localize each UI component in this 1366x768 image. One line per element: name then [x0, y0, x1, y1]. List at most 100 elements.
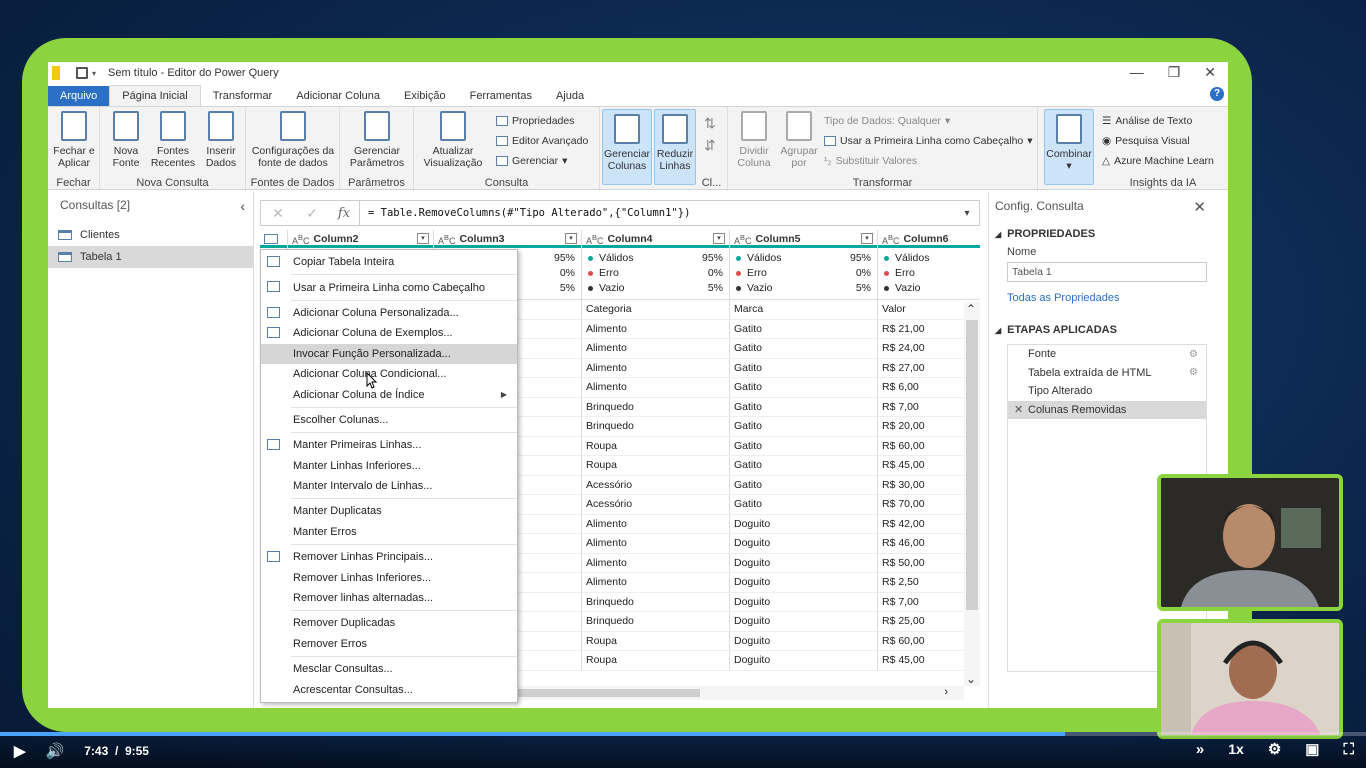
- analise-texto-button[interactable]: ☰ Análise de Texto: [1102, 115, 1192, 127]
- editor-avancado-button[interactable]: Editor Avançado: [496, 135, 588, 147]
- config-fonte-button[interactable]: Configurações da fonte de dados: [248, 111, 338, 169]
- menu-item[interactable]: Adicionar Coluna Personalizada...: [261, 303, 517, 323]
- substituir-valores-button[interactable]: ¹₂ Substituir Valores: [824, 155, 917, 167]
- tab-ferramentas[interactable]: Ferramentas: [458, 86, 544, 106]
- fullscreen-icon[interactable]: ⛶: [1343, 741, 1354, 758]
- primeira-linha-button[interactable]: Usar a Primeira Linha como Cabeçalho ▾: [824, 135, 1033, 147]
- table-cell[interactable]: Acessório: [582, 475, 730, 494]
- table-cell[interactable]: Gatito: [730, 358, 878, 377]
- azure-ml-button[interactable]: △ Azure Machine Learn: [1102, 155, 1214, 167]
- query-name-input[interactable]: Tabela 1: [1007, 262, 1207, 282]
- column-header[interactable]: ABC Column5 ▾: [730, 230, 878, 248]
- step-settings-gear-icon[interactable]: ⚙: [1189, 367, 1198, 378]
- menu-item[interactable]: Manter Primeiras Linhas...: [261, 435, 517, 455]
- menu-item[interactable]: Adicionar Coluna de Exemplos...: [261, 323, 517, 343]
- filter-dropdown-icon[interactable]: ▾: [713, 233, 725, 244]
- tab-adicionar-coluna[interactable]: Adicionar Coluna: [284, 86, 392, 106]
- combinar-button[interactable]: Combinar ▾: [1044, 109, 1094, 185]
- table-cell[interactable]: Doguito: [730, 651, 878, 670]
- query-item-tabela-1[interactable]: Tabela 1: [48, 246, 253, 268]
- video-progress-bar[interactable]: [0, 732, 1366, 736]
- column-header[interactable]: ABC Column2 ▾: [288, 230, 434, 248]
- close-icon[interactable]: ✕: [1193, 198, 1206, 216]
- menu-item[interactable]: Manter Erros: [261, 522, 517, 542]
- table-cell[interactable]: Doguito: [730, 534, 878, 553]
- table-cell[interactable]: Brinquedo: [582, 612, 730, 631]
- pesquisa-visual-button[interactable]: ◉ Pesquisa Visual: [1102, 135, 1190, 147]
- gerenciar-button[interactable]: Gerenciar ▾: [496, 155, 567, 167]
- table-cell[interactable]: Gatito: [730, 319, 878, 338]
- applied-step[interactable]: ✕ Colunas Removidas: [1008, 400, 1206, 419]
- filter-dropdown-icon[interactable]: ▾: [861, 233, 873, 244]
- table-cell[interactable]: Roupa: [582, 651, 730, 670]
- save-icon[interactable]: [76, 67, 88, 79]
- gerenciar-colunas-button[interactable]: Gerenciar Colunas: [602, 109, 652, 185]
- atualizar-visualizacao-button[interactable]: Atualizar Visualização: [418, 111, 488, 169]
- table-cell[interactable]: Alimento: [582, 358, 730, 377]
- menu-item[interactable]: Escolher Colunas...: [261, 410, 517, 430]
- all-properties-link[interactable]: Todas as Propriedades: [989, 292, 1228, 304]
- table-cell[interactable]: Gatito: [730, 397, 878, 416]
- help-icon[interactable]: ?: [1210, 87, 1224, 101]
- applied-step[interactable]: Tabela extraída de HTML ⚙: [1008, 364, 1206, 383]
- table-cell[interactable]: Brinquedo: [582, 417, 730, 436]
- scroll-right-icon[interactable]: ›: [944, 686, 948, 698]
- collapse-icon[interactable]: ‹: [240, 198, 245, 214]
- table-cell[interactable]: Alimento: [582, 514, 730, 533]
- menu-item[interactable]: Manter Intervalo de Linhas...: [261, 476, 517, 496]
- table-cell[interactable]: Alimento: [582, 534, 730, 553]
- query-item-clientes[interactable]: Clientes: [48, 224, 253, 246]
- inserir-dados-button[interactable]: Inserir Dados: [200, 111, 242, 169]
- applied-step[interactable]: Fonte ⚙: [1008, 345, 1206, 364]
- sort-desc-icon[interactable]: ⇵: [704, 137, 716, 154]
- column-header[interactable]: ABC Column6: [878, 230, 980, 248]
- fechar-aplicar-button[interactable]: Fechar e Aplicar: [52, 111, 96, 169]
- table-cell[interactable]: Categoria: [582, 300, 730, 319]
- reduzir-linhas-button[interactable]: Reduzir Linhas: [654, 109, 696, 185]
- table-cell[interactable]: Gatito: [730, 456, 878, 475]
- fontes-recentes-button[interactable]: Fontes Recentes: [150, 111, 196, 169]
- column-header[interactable]: ABC Column3 ▾: [434, 230, 582, 248]
- skip-forward-icon[interactable]: »: [1196, 741, 1204, 758]
- fx-icon[interactable]: fx: [329, 206, 359, 221]
- table-cell[interactable]: Roupa: [582, 631, 730, 650]
- table-cell[interactable]: Brinquedo: [582, 592, 730, 611]
- menu-item[interactable]: Acrescentar Consultas...: [261, 679, 517, 699]
- tab-ajuda[interactable]: Ajuda: [544, 86, 596, 106]
- tab-arquivo[interactable]: Arquivo: [48, 86, 110, 106]
- table-cell[interactable]: Gatito: [730, 436, 878, 455]
- menu-item[interactable]: Remover linhas alternadas...: [261, 588, 517, 608]
- menu-item[interactable]: Mesclar Consultas...: [261, 659, 517, 679]
- table-cell[interactable]: Doguito: [730, 514, 878, 533]
- filter-dropdown-icon[interactable]: ▾: [417, 233, 429, 244]
- volume-icon[interactable]: 🔊: [46, 742, 65, 760]
- filter-dropdown-icon[interactable]: ▾: [565, 233, 577, 244]
- table-cell[interactable]: Doguito: [730, 631, 878, 650]
- minimize-icon[interactable]: —: [1130, 64, 1144, 81]
- agrupar-por-button[interactable]: Agrupar por: [778, 111, 820, 169]
- table-cell[interactable]: Alimento: [582, 573, 730, 592]
- restore-icon[interactable]: ❐: [1168, 64, 1181, 81]
- menu-item[interactable]: Usar a Primeira Linha como Cabeçalho: [261, 277, 517, 297]
- menu-item[interactable]: Remover Duplicadas: [261, 613, 517, 633]
- menu-item[interactable]: Adicionar Coluna Condicional...: [261, 364, 517, 384]
- propriedades-button[interactable]: Propriedades: [496, 115, 574, 127]
- confirm-formula-icon[interactable]: ✓: [295, 205, 329, 222]
- menu-item[interactable]: Manter Duplicatas: [261, 501, 517, 521]
- menu-item[interactable]: Manter Linhas Inferiores...: [261, 456, 517, 476]
- column-header[interactable]: ABC Column4 ▾: [582, 230, 730, 248]
- nova-fonte-button[interactable]: Nova Fonte: [104, 111, 148, 169]
- scroll-thumb[interactable]: [510, 689, 700, 697]
- sort-asc-icon[interactable]: ⇅: [704, 115, 716, 132]
- cancel-formula-icon[interactable]: ✕: [261, 205, 295, 222]
- properties-section[interactable]: ◢ PROPRIEDADES: [989, 228, 1228, 240]
- delete-step-icon[interactable]: ✕: [1014, 403, 1023, 416]
- gerenciar-parametros-button[interactable]: Gerenciar Parâmetros: [342, 111, 412, 169]
- menu-item[interactable]: Adicionar Coluna de Índice ▶: [261, 384, 517, 404]
- table-cell[interactable]: Alimento: [582, 319, 730, 338]
- tipo-dados-dropdown[interactable]: Tipo de Dados: Qualquer ▾: [824, 115, 950, 127]
- settings-gear-icon[interactable]: ⚙: [1268, 740, 1281, 758]
- table-cell[interactable]: Roupa: [582, 456, 730, 475]
- table-cell[interactable]: Doguito: [730, 553, 878, 572]
- table-cell[interactable]: Doguito: [730, 573, 878, 592]
